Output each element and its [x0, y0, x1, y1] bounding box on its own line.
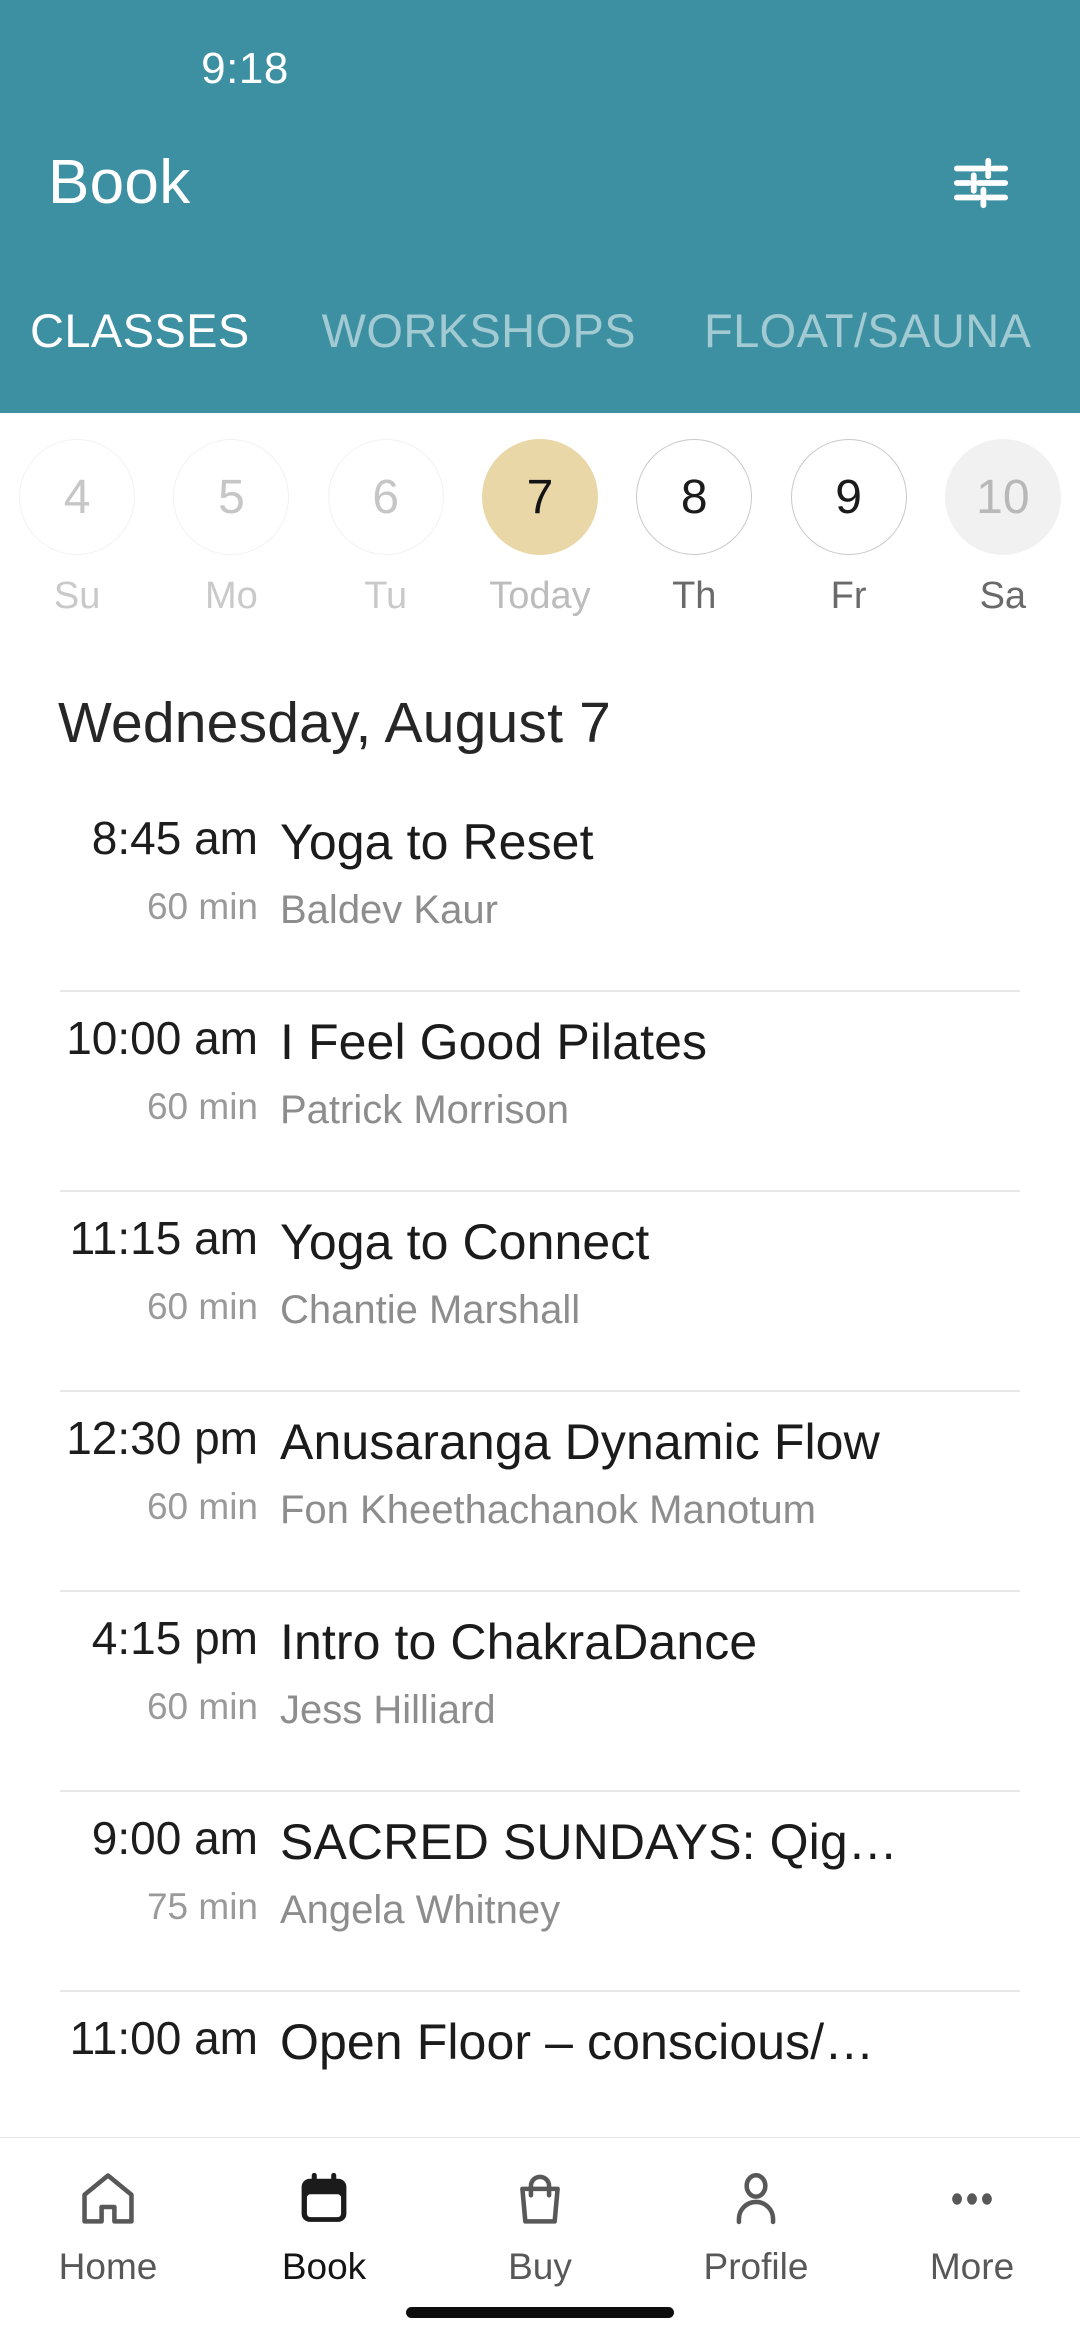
date-number: 10: [944, 439, 1061, 555]
class-list: 8:45 am 60 min Yoga to Reset Baldev Kaur…: [0, 790, 1080, 2190]
class-duration: 60 min: [146, 886, 258, 928]
class-name: SACRED SUNDAYS: Qig…: [280, 1814, 898, 1870]
class-info-column: Anusaranga Dynamic Flow Fon Kheethachano…: [280, 1414, 1080, 1564]
calendar-icon: [292, 2162, 356, 2236]
title-bar: Book: [0, 118, 1080, 248]
class-duration: 60 min: [146, 1486, 258, 1528]
class-info-column: I Feel Good Pilates Patrick Morrison: [280, 1014, 1080, 1164]
app-header: 9:18 Book CLASSES WORKSHOPS FLOAT/SAUNA: [0, 0, 1080, 413]
selected-date-heading: Wednesday, August 7: [58, 691, 612, 755]
class-teacher: Patrick Morrison: [280, 1088, 569, 1132]
page-title: Book: [48, 148, 191, 217]
date-weekday-label: Sa: [979, 575, 1027, 617]
class-name: Intro to ChakraDance: [280, 1614, 758, 1670]
class-time-column: 9:00 am 75 min: [0, 1814, 280, 1964]
class-start-time: 11:15 am: [69, 1212, 258, 1264]
date-number: 5: [173, 439, 290, 555]
class-info-column: Yoga to Connect Chantie Marshall: [280, 1214, 1080, 1364]
nav-label: Home: [58, 2246, 158, 2287]
class-info-column: SACRED SUNDAYS: Qig… Angela Whitney: [280, 1814, 1080, 1964]
nav-label: Buy: [508, 2246, 572, 2287]
ellipsis-icon: [940, 2162, 1004, 2236]
date-selector-strip: 4 Su 5 Mo 6 Tu 7 Today 8 Th 9 Fr 10 Sa: [0, 413, 1080, 638]
home-indicator[interactable]: [406, 2307, 674, 2318]
class-time-column: 12:30 pm 60 min: [0, 1414, 280, 1564]
nav-item-more[interactable]: More: [864, 2162, 1080, 2288]
class-list-item[interactable]: 11:15 am 60 min Yoga to Connect Chantie …: [0, 1190, 1080, 1390]
class-duration: 75 min: [146, 1886, 258, 1928]
person-icon: [724, 2162, 788, 2236]
class-time-column: 10:00 am 60 min: [0, 1014, 280, 1164]
class-teacher: Chantie Marshall: [280, 1288, 581, 1332]
class-name: I Feel Good Pilates: [280, 1014, 708, 1070]
class-teacher: Angela Whitney: [280, 1888, 561, 1932]
date-number: 4: [19, 439, 136, 555]
date-weekday-label: Fr: [830, 575, 867, 617]
date-option-5[interactable]: 5 Mo: [154, 439, 308, 618]
nav-label: More: [929, 2246, 1015, 2287]
class-teacher: Baldev Kaur: [280, 888, 498, 932]
class-list-item[interactable]: 9:00 am 75 min SACRED SUNDAYS: Qig… Ange…: [0, 1790, 1080, 1990]
class-duration: 60 min: [146, 1286, 258, 1328]
schedule-content: Wednesday, August 7 8:45 am 60 min Yoga …: [0, 638, 1080, 2340]
app-screen: 9:18 Book CLASSES WORKSHOPS FLOAT/SAUNA …: [0, 0, 1080, 2340]
class-start-time: 10:00 am: [66, 1012, 258, 1064]
class-duration: 60 min: [146, 1086, 258, 1128]
nav-item-book[interactable]: Book: [216, 2162, 432, 2288]
date-option-7-today[interactable]: 7 Today: [463, 439, 617, 618]
tab-float-sauna[interactable]: FLOAT/SAUNA: [636, 303, 1031, 358]
nav-item-home[interactable]: Home: [0, 2162, 216, 2288]
date-option-10[interactable]: 10 Sa: [926, 439, 1080, 618]
tab-classes[interactable]: CLASSES: [0, 303, 250, 358]
class-start-time: 4:15 pm: [91, 1612, 258, 1664]
filter-button[interactable]: [938, 140, 1024, 226]
nav-label: Book: [281, 2246, 367, 2287]
date-number: 7: [481, 439, 598, 555]
date-weekday-label: Tu: [364, 575, 408, 617]
tab-workshops[interactable]: WORKSHOPS: [250, 303, 636, 358]
tune-sliders-icon: [951, 154, 1011, 212]
date-weekday-label: Today: [489, 575, 591, 617]
nav-label: Profile: [703, 2246, 809, 2287]
class-time-column: 11:15 am 60 min: [0, 1214, 280, 1364]
class-time-column: 4:15 pm 60 min: [0, 1614, 280, 1764]
date-number: 6: [327, 439, 444, 555]
date-weekday-label: Th: [672, 575, 717, 617]
class-start-time: 8:45 am: [91, 812, 258, 864]
date-number: 8: [636, 439, 753, 555]
class-list-item[interactable]: 10:00 am 60 min I Feel Good Pilates Patr…: [0, 990, 1080, 1190]
class-start-time: 12:30 pm: [66, 1412, 258, 1464]
class-name: Open Floor – conscious/…: [280, 2014, 875, 2070]
class-list-item[interactable]: 8:45 am 60 min Yoga to Reset Baldev Kaur: [0, 790, 1080, 990]
date-option-9[interactable]: 9 Fr: [771, 439, 925, 618]
house-icon: [76, 2162, 140, 2236]
nav-item-profile[interactable]: Profile: [648, 2162, 864, 2288]
class-time-column: 8:45 am 60 min: [0, 814, 280, 964]
section-tabs: CLASSES WORKSHOPS FLOAT/SAUNA: [0, 248, 1080, 398]
status-bar: 9:18: [0, 0, 1080, 118]
class-duration: 60 min: [146, 1686, 258, 1728]
class-list-item[interactable]: 12:30 pm 60 min Anusaranga Dynamic Flow …: [0, 1390, 1080, 1590]
class-info-column: Yoga to Reset Baldev Kaur: [280, 814, 1080, 964]
class-start-time: 9:00 am: [91, 1812, 258, 1864]
status-bar-clock: 9:18: [201, 44, 289, 93]
class-name: Yoga to Reset: [280, 814, 594, 870]
class-name: Yoga to Connect: [280, 1214, 650, 1270]
date-number: 9: [790, 439, 907, 555]
class-teacher: Jess Hilliard: [280, 1688, 496, 1732]
class-start-time: 11:00 am: [69, 2012, 258, 2064]
class-info-column: Intro to ChakraDance Jess Hilliard: [280, 1614, 1080, 1764]
date-weekday-label: Su: [53, 575, 101, 617]
class-list-item[interactable]: 4:15 pm 60 min Intro to ChakraDance Jess…: [0, 1590, 1080, 1790]
class-name: Anusaranga Dynamic Flow: [280, 1414, 880, 1470]
shopping-bag-icon: [508, 2162, 572, 2236]
date-option-4[interactable]: 4 Su: [0, 439, 154, 618]
date-weekday-label: Mo: [205, 575, 258, 617]
nav-item-buy[interactable]: Buy: [432, 2162, 648, 2288]
date-option-8[interactable]: 8 Th: [617, 439, 771, 618]
date-option-6[interactable]: 6 Tu: [309, 439, 463, 618]
class-teacher: Fon Kheethachanok Manotum: [280, 1488, 816, 1532]
